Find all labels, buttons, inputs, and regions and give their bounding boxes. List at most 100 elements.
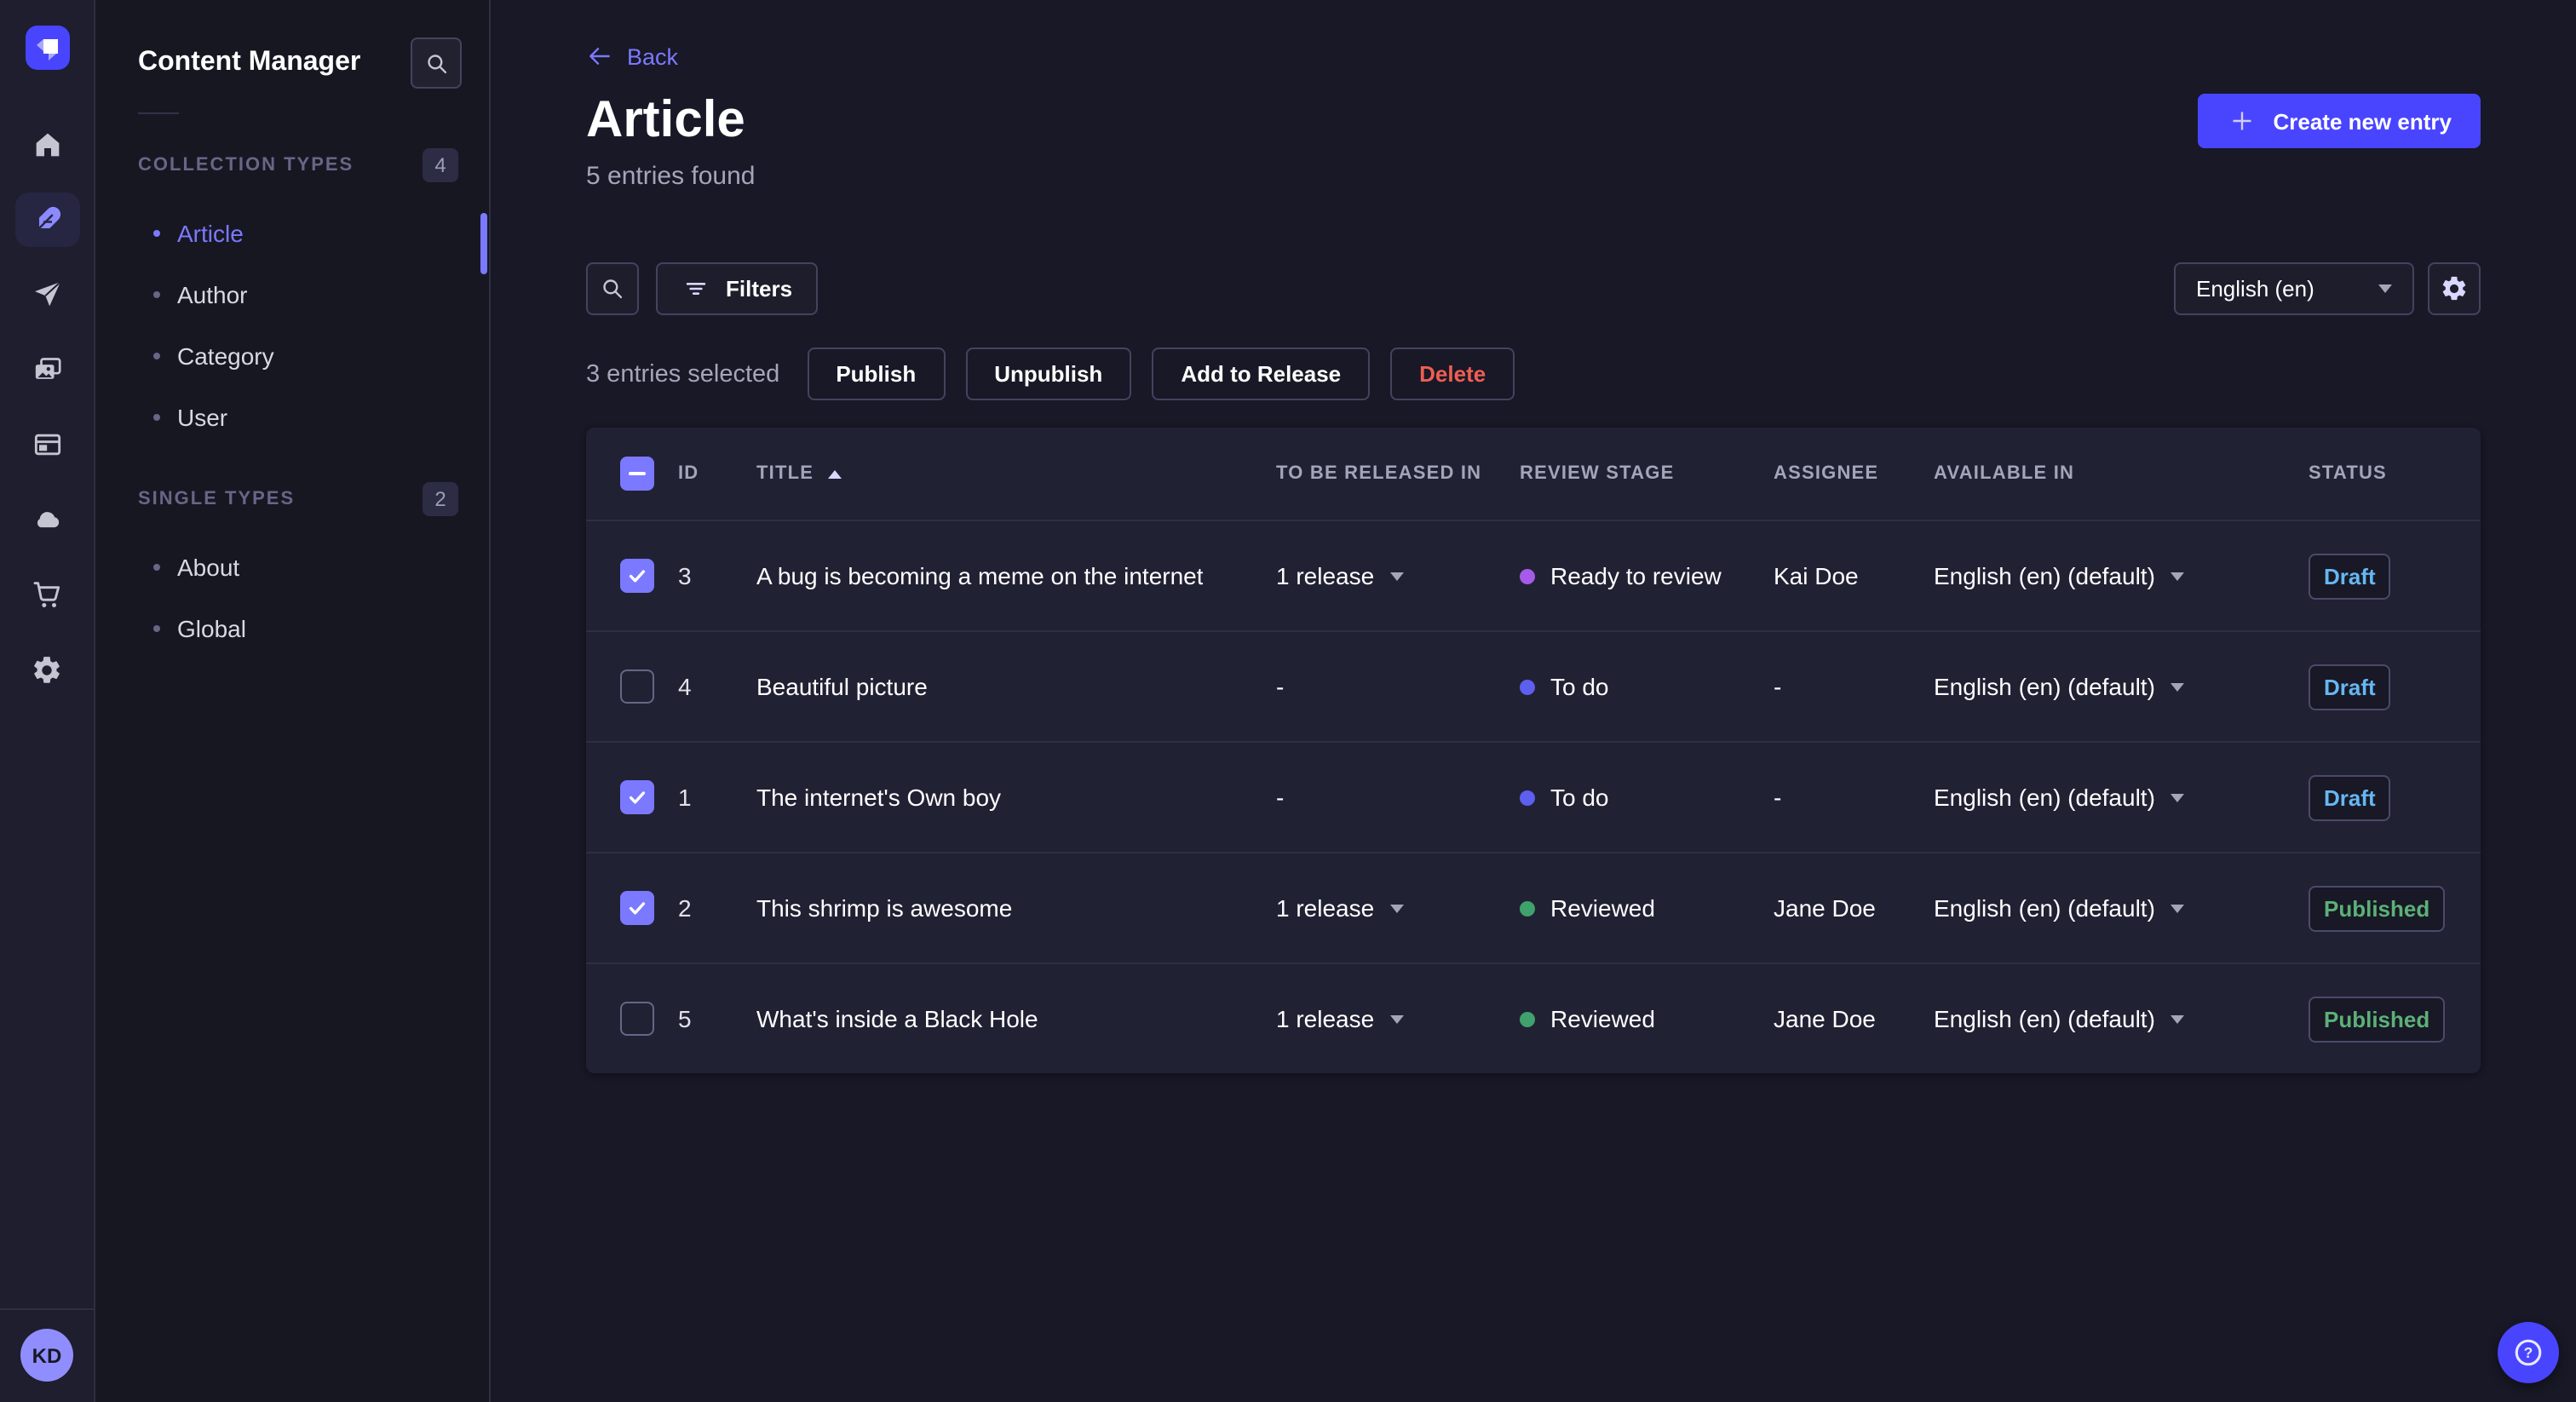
- stage-label: Reviewed: [1550, 894, 1655, 922]
- row-review-stage: Reviewed: [1520, 1005, 1774, 1032]
- bullet-icon: [153, 291, 160, 298]
- table-row[interactable]: 5 What's inside a Black Hole 1 release Revi…: [586, 962, 2481, 1073]
- locale-select[interactable]: English (en): [2174, 262, 2414, 315]
- table-row[interactable]: 1 The internet's Own boy - To do - English (e…: [586, 741, 2481, 852]
- row-review-stage: Ready to review: [1520, 562, 1774, 589]
- subnav-section: COLLECTION TYPES 4 Article Author Category Us…: [95, 148, 489, 448]
- feather-icon: [34, 206, 60, 233]
- filters-button[interactable]: Filters: [656, 262, 819, 315]
- chevron-down-icon[interactable]: [1389, 904, 1404, 912]
- subnav-item-global[interactable]: Global: [95, 598, 489, 659]
- table-search-button[interactable]: [586, 262, 639, 315]
- layout-icon: [33, 434, 60, 456]
- row-locale-value: English (en) (default): [1934, 562, 2155, 589]
- table-row[interactable]: 2 This shrimp is awesome 1 release Reviewed…: [586, 852, 2481, 962]
- subnav-item-about[interactable]: About: [95, 537, 489, 598]
- view-settings-button[interactable]: [2428, 262, 2481, 315]
- bullet-icon: [153, 564, 160, 571]
- nav-home-button[interactable]: [14, 118, 79, 172]
- question-mark-icon: ?: [2515, 1339, 2542, 1366]
- status-badge: Draft: [2309, 664, 2391, 710]
- table-row[interactable]: 3 A bug is becoming a meme on the interne…: [586, 520, 2481, 630]
- user-avatar[interactable]: KD: [20, 1329, 73, 1382]
- plus-icon: [2233, 112, 2251, 130]
- subnav-item-label: About: [177, 554, 240, 581]
- subnav-item-label: Global: [177, 615, 246, 642]
- bullet-icon: [153, 625, 160, 632]
- section-head: SINGLE TYPES 2: [95, 482, 489, 516]
- chevron-down-icon[interactable]: [2170, 572, 2184, 580]
- chevron-down-icon[interactable]: [2170, 1014, 2184, 1023]
- subnav-divider: [138, 112, 179, 114]
- row-assignee: Jane Doe: [1774, 1005, 1876, 1032]
- filters-label: Filters: [726, 276, 793, 302]
- row-checkbox[interactable]: [620, 780, 654, 814]
- section-items: Article Author Category User: [95, 203, 489, 448]
- nav-items: [14, 118, 79, 697]
- row-locale-value: English (en) (default): [1934, 894, 2155, 922]
- unpublish-button[interactable]: Unpublish: [965, 348, 1132, 400]
- publish-button[interactable]: Publish: [807, 348, 946, 400]
- gear-icon: [34, 656, 60, 682]
- entries-count: 5 entries found: [586, 162, 756, 191]
- section-label: SINGLE TYPES: [138, 489, 296, 509]
- create-entry-label: Create new entry: [2273, 108, 2452, 134]
- selection-count: 3 entries selected: [586, 360, 780, 388]
- nav-media-library-button[interactable]: [14, 342, 79, 397]
- chevron-down-icon[interactable]: [2170, 904, 2184, 912]
- row-checkbox[interactable]: [620, 559, 654, 593]
- nav-settings-button[interactable]: [14, 642, 79, 697]
- table-row[interactable]: 4 Beautiful picture - To do - English (en) (d…: [586, 630, 2481, 741]
- subnav-search-button[interactable]: [411, 37, 462, 89]
- nav-deploy-button[interactable]: [14, 492, 79, 547]
- chevron-down-icon[interactable]: [2170, 793, 2184, 802]
- chevron-down-icon[interactable]: [2170, 682, 2184, 691]
- row-review-stage: Reviewed: [1520, 894, 1774, 922]
- back-link[interactable]: Back: [586, 43, 678, 70]
- check-icon: [629, 902, 646, 915]
- add-to-release-button[interactable]: Add to Release: [1152, 348, 1371, 400]
- subnav-item-category[interactable]: Category: [95, 325, 489, 387]
- delete-button[interactable]: Delete: [1390, 348, 1515, 400]
- help-button[interactable]: ?: [2498, 1322, 2559, 1383]
- nav-marketplace-button[interactable]: [14, 567, 79, 622]
- stage-label: To do: [1550, 784, 1609, 811]
- chevron-down-icon: [2378, 284, 2392, 293]
- row-release-cell: -: [1276, 673, 1520, 700]
- chevron-down-icon[interactable]: [1389, 1014, 1404, 1023]
- subnav-item-article[interactable]: Article: [95, 203, 489, 264]
- section-head: COLLECTION TYPES 4: [95, 148, 489, 182]
- chevron-down-icon[interactable]: [1389, 572, 1404, 580]
- paper-plane-icon: [34, 281, 60, 307]
- subnav-scrollbar-thumb[interactable]: [480, 213, 487, 274]
- row-release-value: 1 release: [1276, 894, 1375, 922]
- row-checkbox[interactable]: [620, 669, 654, 704]
- table-header-row: ID TITLE TO BE RELEASED IN REVIEW STAGE …: [586, 428, 2481, 520]
- row-available-in: English (en) (default): [1934, 894, 2309, 922]
- column-header-id[interactable]: ID: [678, 463, 756, 484]
- content-manager-subnav: Content Manager COLLECTION TYPES 4 Article…: [95, 0, 491, 1402]
- row-release-cell: 1 release: [1276, 1005, 1520, 1032]
- select-all-checkbox[interactable]: [620, 457, 654, 491]
- subnav-item-label: User: [177, 404, 228, 431]
- section-label: COLLECTION TYPES: [138, 155, 354, 175]
- row-release-cell: 1 release: [1276, 894, 1520, 922]
- row-checkbox[interactable]: [620, 1002, 654, 1036]
- subnav-title: Content Manager: [138, 48, 361, 77]
- row-checkbox[interactable]: [620, 891, 654, 925]
- nav-content-type-builder-button[interactable]: [14, 417, 79, 472]
- nav-releases-button[interactable]: [14, 267, 79, 322]
- row-available-in: English (en) (default): [1934, 562, 2309, 589]
- subnav-item-author[interactable]: Author: [95, 264, 489, 325]
- strapi-logo[interactable]: [25, 26, 69, 70]
- status-badge: Published: [2309, 996, 2446, 1042]
- row-locale-value: English (en) (default): [1934, 1005, 2155, 1032]
- row-locale-value: English (en) (default): [1934, 784, 2155, 811]
- create-entry-button[interactable]: Create new entry: [2198, 94, 2481, 148]
- strapi-logo-icon: [36, 39, 57, 60]
- column-header-title[interactable]: TITLE: [756, 463, 1276, 484]
- stage-dot-icon: [1520, 568, 1535, 583]
- row-id: 5: [678, 1005, 692, 1032]
- subnav-item-user[interactable]: User: [95, 387, 489, 448]
- nav-content-manager-button[interactable]: [14, 192, 79, 247]
